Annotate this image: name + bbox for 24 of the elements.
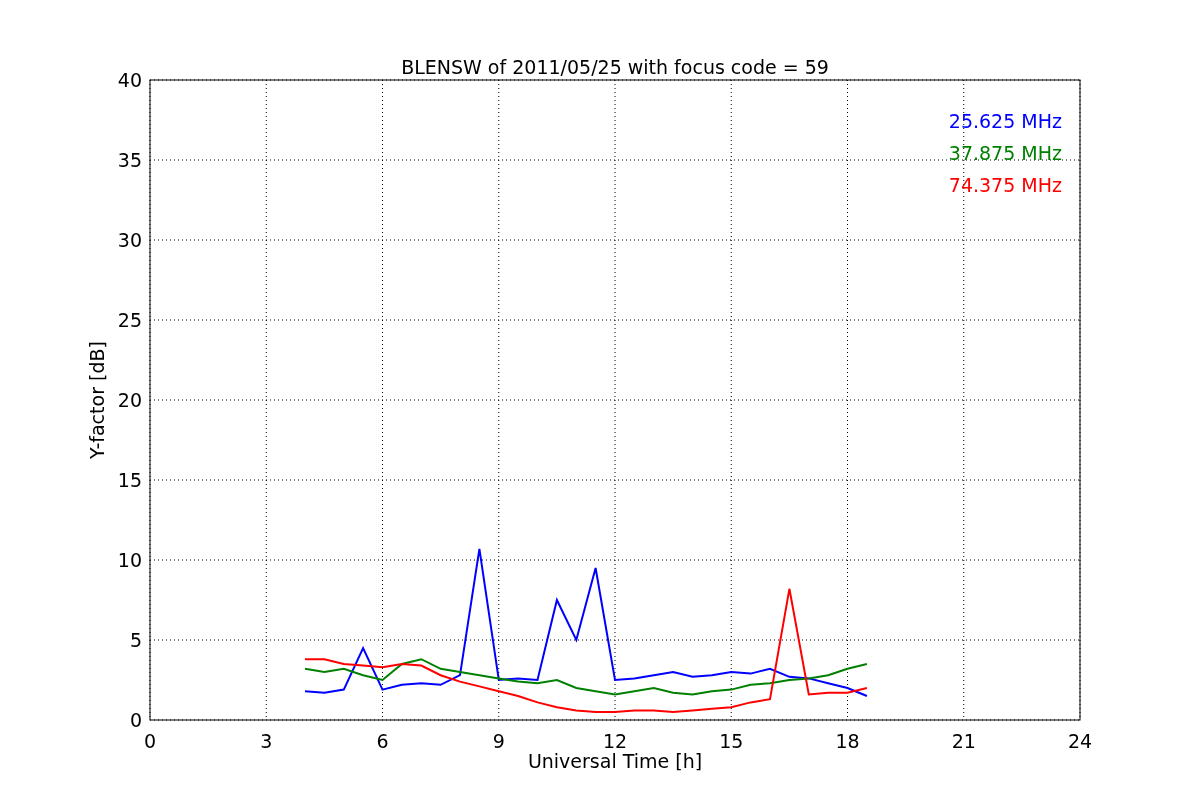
y-axis-label: Y-factor [dB] <box>86 341 108 459</box>
y-tick-label: 35 <box>117 149 142 171</box>
x-tick-label: 24 <box>1067 730 1093 752</box>
x-tick-label: 12 <box>602 730 628 752</box>
x-tick-label: 3 <box>260 730 273 752</box>
y-tick-label: 25 <box>117 309 142 331</box>
x-tick-label: 15 <box>719 730 744 752</box>
x-axis-label: Universal Time [h] <box>527 750 703 772</box>
y-tick-label: 15 <box>117 469 142 491</box>
chart-title: BLENSW of 2011/05/25 with focus code = 59 <box>401 56 829 78</box>
x-tick-label: 6 <box>376 730 389 752</box>
legend-label: 37.875 MHz <box>948 142 1062 164</box>
y-tick-label: 5 <box>129 629 142 651</box>
y-tick-label: 30 <box>117 229 142 251</box>
y-tick-label: 10 <box>117 549 142 571</box>
legend-label: 25.625 MHz <box>948 110 1062 132</box>
x-tick-label: 21 <box>951 730 976 752</box>
x-tick-label: 0 <box>143 730 157 752</box>
x-tick-label: 9 <box>492 730 505 752</box>
y-tick-label: 20 <box>117 389 142 411</box>
y-tick-label: 0 <box>129 709 142 731</box>
y-tick-label: 40 <box>117 69 142 91</box>
x-tick-label: 18 <box>835 730 860 752</box>
legend-label: 74.375 MHz <box>948 174 1062 196</box>
